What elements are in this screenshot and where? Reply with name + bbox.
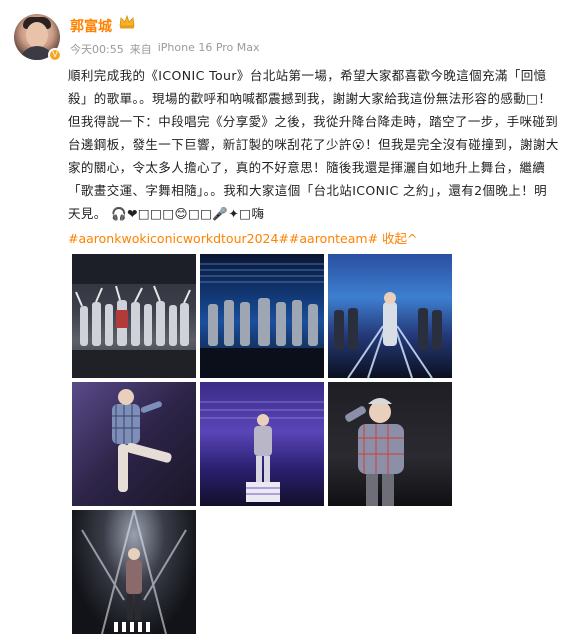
post-line: 「歌畫交運、字舞相隨」。。我和大家這個「台北站ICONIC 之約」，還有2個晚上… xyxy=(68,183,547,198)
photo-dancers-scene xyxy=(72,254,196,378)
post-line: 順利完成我的《ICONIC Tour》台北站第一場，希望大家都喜歡今晚這個充滿「… xyxy=(68,68,547,83)
post-meta: 今天00:55 来自 iPhone 16 Pro Max xyxy=(70,41,260,57)
post-photo[interactable] xyxy=(200,254,324,378)
post-photo[interactable] xyxy=(72,382,196,506)
post-time: 今天00:55 xyxy=(70,43,124,56)
source-prefix: 来自 xyxy=(129,43,152,56)
photo-singer-riser xyxy=(200,401,324,502)
weibo-post-card: V 郭富城 今天00:55 来自 iPhone 16 Pro Max 順利完成我… xyxy=(0,0,588,640)
post-line: 家的關心，令太多人擔心了，真的不好意思！隨後我還是揮灑自如地升上舞台，繼續 xyxy=(68,160,546,175)
post-line: 殺」的歌單。。現場的歡呼和吶喊都震撼到我，謝謝大家給我這份無法形容的感動□！ xyxy=(68,91,552,106)
photo-stage-lights xyxy=(334,292,442,378)
hashtag-links[interactable]: #aaronkwokiconicworkdtour2024##aaronteam… xyxy=(68,231,378,246)
post-photo[interactable] xyxy=(328,254,452,378)
post-photo[interactable] xyxy=(72,254,196,378)
photo-stage-blue xyxy=(200,263,324,378)
photo-singer-closeup xyxy=(345,398,404,506)
author-name[interactable]: 郭富城 xyxy=(70,16,112,36)
post-line: 但我得說一下：中段唱完《分享愛》之後，我從升降台降走時，踏空了一步，手咪碰到 xyxy=(68,114,559,129)
post-body: 順利完成我的《ICONIC Tour》台北站第一場，希望大家都喜歡今晚這個充滿「… xyxy=(68,64,576,225)
chevron-up-icon: ^ xyxy=(407,231,418,246)
source-device[interactable]: iPhone 16 Pro Max xyxy=(158,41,260,57)
post-photo[interactable] xyxy=(200,382,324,506)
collapse-button[interactable]: 收起^ xyxy=(382,231,418,246)
crown-icon xyxy=(119,14,135,29)
post-tags: #aaronkwokiconicworkdtour2024##aaronteam… xyxy=(68,228,418,247)
photo-singer-kick xyxy=(112,389,172,492)
collapse-label: 收起 xyxy=(382,231,408,246)
photo-spotlight xyxy=(81,510,187,634)
verified-badge-icon: V xyxy=(48,48,62,62)
post-line: 台邊鋼板，發生一下巨響，新訂製的咪刮花了少許😮！但我是完全沒有碰撞到，謝謝大 xyxy=(68,137,559,152)
post-line: 天見。 🎧❤□□□😊□□🎤✦□嗨 xyxy=(68,206,265,221)
post-photo[interactable] xyxy=(72,510,196,634)
post-photo[interactable] xyxy=(328,382,452,506)
